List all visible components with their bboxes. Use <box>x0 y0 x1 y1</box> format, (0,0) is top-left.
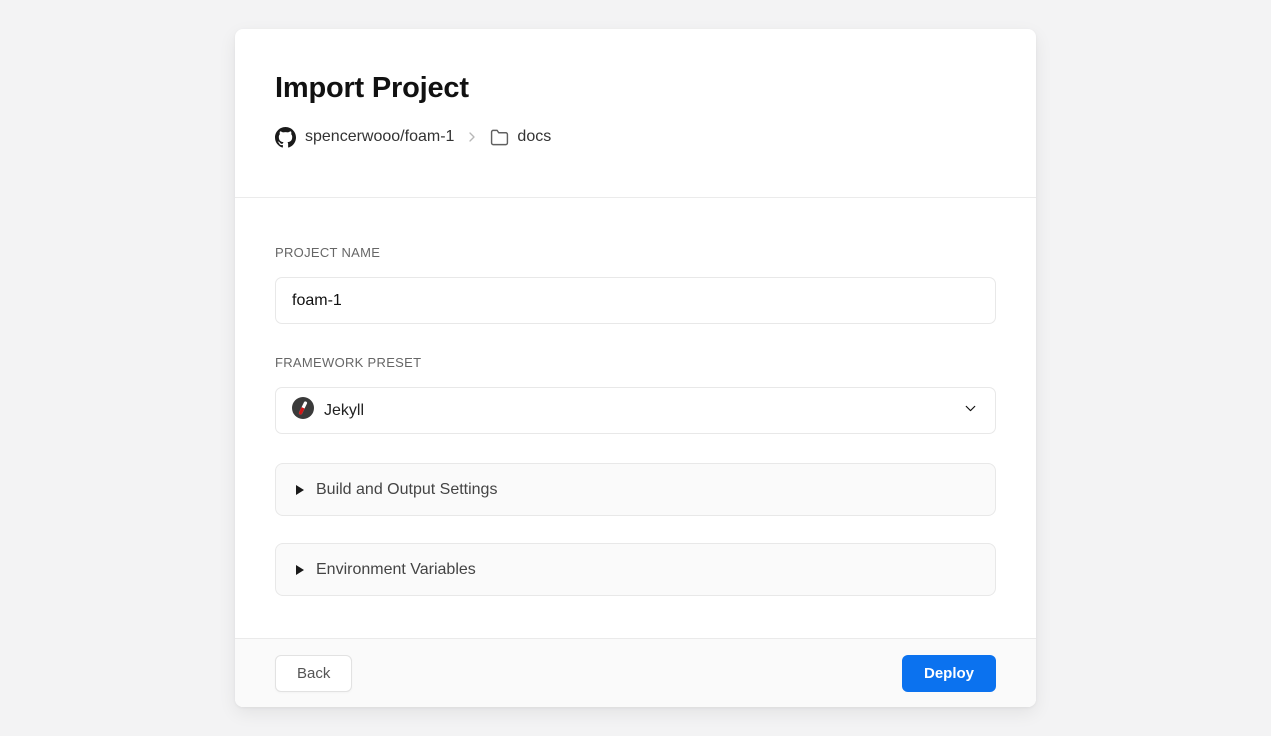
dialog-header: Import Project spencerwooo/foam-1 docs <box>235 29 1036 198</box>
dialog-footer: Back Deploy <box>235 638 1036 707</box>
project-name-input[interactable] <box>275 277 996 324</box>
accordion-label: Environment Variables <box>316 561 476 579</box>
deploy-button[interactable]: Deploy <box>902 655 996 692</box>
triangle-right-icon <box>296 485 304 495</box>
jekyll-icon <box>292 397 314 424</box>
environment-variables-accordion[interactable]: Environment Variables <box>275 543 996 596</box>
github-icon <box>275 127 296 148</box>
back-button[interactable]: Back <box>275 655 352 692</box>
chevron-right-icon <box>464 129 480 145</box>
folder-icon <box>490 128 509 147</box>
framework-preset-label: FRAMEWORK PRESET <box>275 355 996 371</box>
dialog-body: PROJECT NAME FRAMEWORK PRESET Jekyll <box>235 198 1036 638</box>
breadcrumb: spencerwooo/foam-1 docs <box>275 125 996 149</box>
page-title: Import Project <box>275 69 996 107</box>
breadcrumb-repo: spencerwooo/foam-1 <box>305 128 454 146</box>
triangle-right-icon <box>296 565 304 575</box>
breadcrumb-folder: docs <box>517 128 551 146</box>
framework-selected-value: Jekyll <box>324 402 962 420</box>
chevron-down-icon <box>962 400 979 422</box>
project-name-label: PROJECT NAME <box>275 245 996 261</box>
accordion-label: Build and Output Settings <box>316 481 497 499</box>
framework-preset-select[interactable]: Jekyll <box>275 387 996 434</box>
import-project-dialog: Import Project spencerwooo/foam-1 docs <box>235 29 1036 707</box>
build-output-settings-accordion[interactable]: Build and Output Settings <box>275 463 996 516</box>
